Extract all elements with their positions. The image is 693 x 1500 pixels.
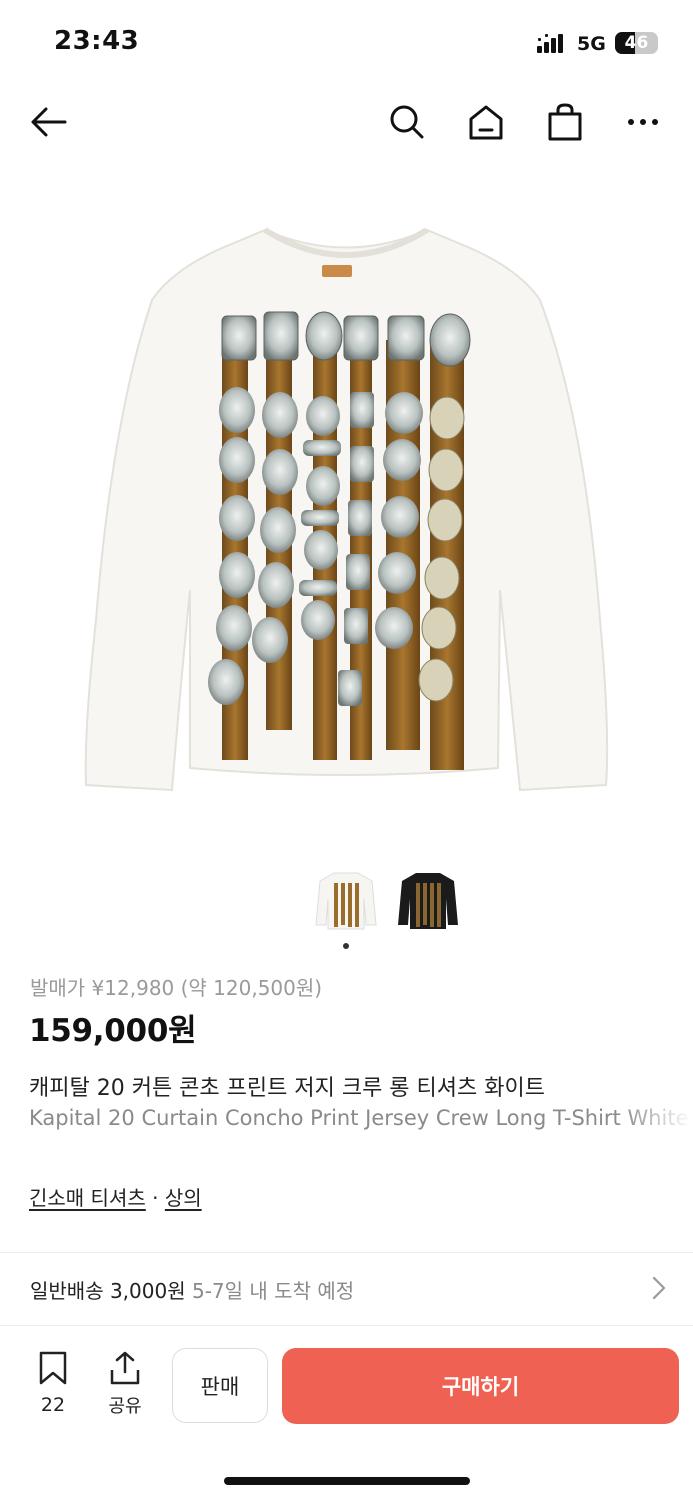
buy-button[interactable]: 구매하기 bbox=[282, 1348, 679, 1424]
status-time: 23:43 bbox=[54, 26, 140, 56]
cart-button[interactable] bbox=[541, 98, 589, 146]
product-title-en: Kapital 20 Curtain Concho Print Jersey C… bbox=[29, 1106, 689, 1130]
chevron-right-icon[interactable] bbox=[645, 1274, 671, 1302]
divider bbox=[0, 1325, 693, 1326]
home-icon bbox=[469, 105, 503, 140]
share-button[interactable]: 공유 bbox=[100, 1350, 150, 1420]
bookmark-button[interactable]: 22 bbox=[30, 1350, 76, 1420]
shipping-eta: 5-7일 내 도착 예정 bbox=[191, 1279, 355, 1303]
product-title-ko: 캐피탈 20 커튼 콘초 프린트 저지 크루 롱 티셔츠 화이트 bbox=[29, 1076, 545, 1101]
sell-button[interactable]: 판매 bbox=[172, 1348, 268, 1423]
battery-percent: 46 bbox=[624, 33, 649, 53]
search-button[interactable] bbox=[383, 98, 431, 146]
thumbnail-black[interactable] bbox=[396, 869, 460, 933]
back-button[interactable] bbox=[24, 98, 72, 146]
price: 159,000원 bbox=[29, 1013, 197, 1049]
thumbnail-white[interactable] bbox=[314, 869, 378, 933]
category-link-long-sleeve[interactable]: 긴소매 티셔츠 bbox=[29, 1186, 146, 1210]
release-price: 발매가 ¥12,980 (약 120,500원) bbox=[30, 976, 323, 1000]
signal-icon bbox=[537, 34, 563, 53]
share-label: 공유 bbox=[108, 1396, 142, 1417]
shipping-fee: 일반배송 3,000원 bbox=[30, 1279, 186, 1303]
bookmark-icon bbox=[39, 1351, 67, 1385]
home-indicator bbox=[224, 1477, 470, 1485]
more-icon bbox=[628, 119, 658, 125]
network-type: 5G bbox=[577, 33, 606, 55]
category-separator: · bbox=[152, 1186, 159, 1210]
share-icon bbox=[110, 1351, 140, 1385]
category-links: 긴소매 티셔츠 · 상의 bbox=[29, 1182, 202, 1211]
shipping-info[interactable]: 일반배송 3,000원 5-7일 내 도착 예정 bbox=[30, 1275, 354, 1304]
category-link-tops[interactable]: 상의 bbox=[165, 1186, 202, 1210]
search-icon bbox=[390, 105, 424, 139]
product-image[interactable] bbox=[0, 170, 693, 850]
shopping-bag-icon bbox=[548, 103, 582, 141]
more-button[interactable] bbox=[619, 98, 667, 146]
battery-icon: 46 bbox=[615, 32, 658, 54]
bookmark-count: 22 bbox=[40, 1394, 66, 1416]
pager-dot bbox=[343, 943, 349, 949]
title-fade bbox=[620, 1100, 693, 1140]
home-button[interactable] bbox=[462, 98, 510, 146]
back-arrow-icon bbox=[31, 107, 67, 137]
divider bbox=[0, 1252, 693, 1253]
